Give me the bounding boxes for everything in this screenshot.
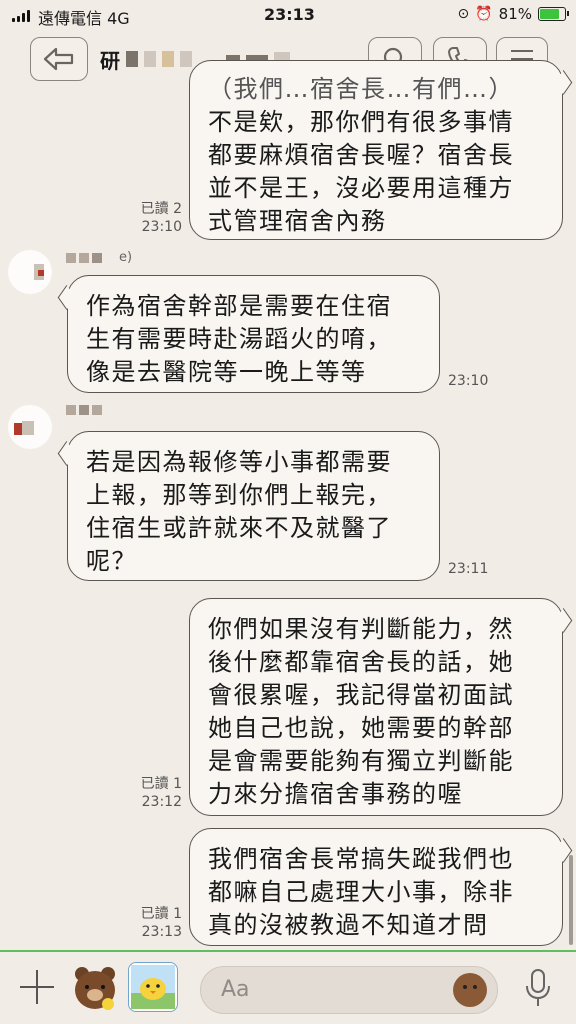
message-meta: 已讀 2 23:10	[138, 200, 182, 236]
emoji-icon[interactable]	[453, 973, 487, 1007]
chick-sticker-icon[interactable]	[128, 962, 178, 1012]
message-line: 上報，那等到你們上報完，	[86, 481, 392, 509]
bear-sticker-icon[interactable]	[70, 962, 120, 1012]
message-line: 住宿生或許就來不及就醫了	[86, 514, 392, 542]
redacted-name	[180, 51, 192, 67]
avatar[interactable]	[8, 405, 52, 449]
message-line: 是會需要能夠有獨立判斷能	[208, 747, 514, 775]
message-line: 後什麼都靠宿舍長的話，她	[208, 648, 514, 676]
message-line: 呢？	[86, 547, 137, 575]
message-line: 她自己也說，她需要的幹部	[208, 714, 514, 742]
message-line: 都嘛自己處理大小事，除非	[208, 878, 514, 906]
message-bubble[interactable]: 我們宿舍長常搞失蹤我們也 都嘛自己處理大小事，除非 真的沒被教過不知道才問	[189, 828, 563, 946]
message-line: （我們…宿舍長…有們…）	[208, 75, 514, 103]
message-line: 你們如果沒有判斷能力，然	[208, 615, 514, 643]
message-line: 像是去醫院等一晚上等等	[86, 358, 367, 386]
scrollbar[interactable]	[569, 855, 573, 945]
message-line: 力來分擔宿舍事務的喔	[208, 780, 463, 808]
message-input[interactable]: Aa	[200, 966, 498, 1014]
battery-icon	[538, 7, 569, 21]
message-line: 會很累喔，我記得當初面試	[208, 681, 514, 709]
message-bubble[interactable]: （我們…宿舍長…有們…） 不是欸，那你們有很多事情 都要麻煩宿舍長喔？宿舍長 並…	[189, 60, 563, 240]
read-receipt: 已讀 1	[140, 776, 182, 792]
read-receipt: 已讀 1	[140, 906, 182, 922]
message-bubble[interactable]: 你們如果沒有判斷能力，然 後什麼都靠宿舍長的話，她 會很累喔，我記得當初面試 她…	[189, 598, 563, 816]
signal-icon	[12, 10, 30, 22]
orientation-lock-icon: ⊙	[457, 6, 470, 22]
input-bar: Aa	[0, 950, 576, 1024]
message-time: 23:10	[141, 219, 182, 235]
title-initial: 研	[100, 48, 120, 73]
alarm-icon: ⏰	[475, 6, 493, 22]
message-line: 我們宿舍長常搞失蹤我們也	[208, 845, 514, 873]
message-line: 生有需要時赴湯蹈火的唷，	[86, 325, 392, 353]
avatar[interactable]	[8, 250, 52, 294]
message-line: 不是欸，那你們有很多事情	[208, 108, 514, 136]
redacted-name	[126, 51, 138, 67]
sender-name	[66, 405, 102, 415]
message-line: 都要麻煩宿舍長喔？宿舍長	[208, 141, 514, 169]
read-receipt: 已讀 2	[140, 201, 182, 217]
message-line: 並不是王，沒必要用這種方	[208, 174, 514, 202]
message-line: 真的沒被教過不知道才問	[208, 911, 489, 939]
redacted-name	[144, 51, 156, 67]
message-bubble[interactable]: 若是因為報修等小事都需要 上報，那等到你們上報完， 住宿生或許就來不及就醫了 呢…	[67, 431, 440, 581]
mic-icon[interactable]	[524, 968, 552, 1008]
plus-icon[interactable]	[20, 970, 54, 1004]
message-bubble[interactable]: 作為宿舍幹部是需要在住宿 生有需要時赴湯蹈火的唷， 像是去醫院等一晚上等等	[67, 275, 440, 393]
carrier-label: 遠傳電信 4G	[38, 9, 130, 28]
battery-percent: 81%	[498, 5, 532, 23]
message-meta: 已讀 1 23:12	[138, 775, 182, 811]
message-time: 23:11	[448, 561, 489, 577]
message-meta: 已讀 1 23:13	[138, 905, 182, 941]
back-button[interactable]	[30, 37, 88, 81]
sender-name: e)	[66, 250, 132, 265]
input-placeholder: Aa	[221, 977, 250, 1002]
message-line: 式管理宿舍內務	[208, 207, 387, 235]
message-line: 作為宿舍幹部是需要在住宿	[86, 292, 392, 320]
back-arrow-icon	[43, 47, 74, 71]
message-line: 若是因為報修等小事都需要	[86, 448, 392, 476]
redacted-name	[162, 51, 174, 67]
message-time: 23:12	[141, 794, 182, 810]
clock: 23:13	[264, 5, 315, 24]
message-time: 23:10	[448, 373, 489, 389]
status-bar: 遠傳電信 4G 23:13 ⊙ ⏰ 81%	[0, 0, 576, 30]
message-time: 23:13	[141, 924, 182, 940]
